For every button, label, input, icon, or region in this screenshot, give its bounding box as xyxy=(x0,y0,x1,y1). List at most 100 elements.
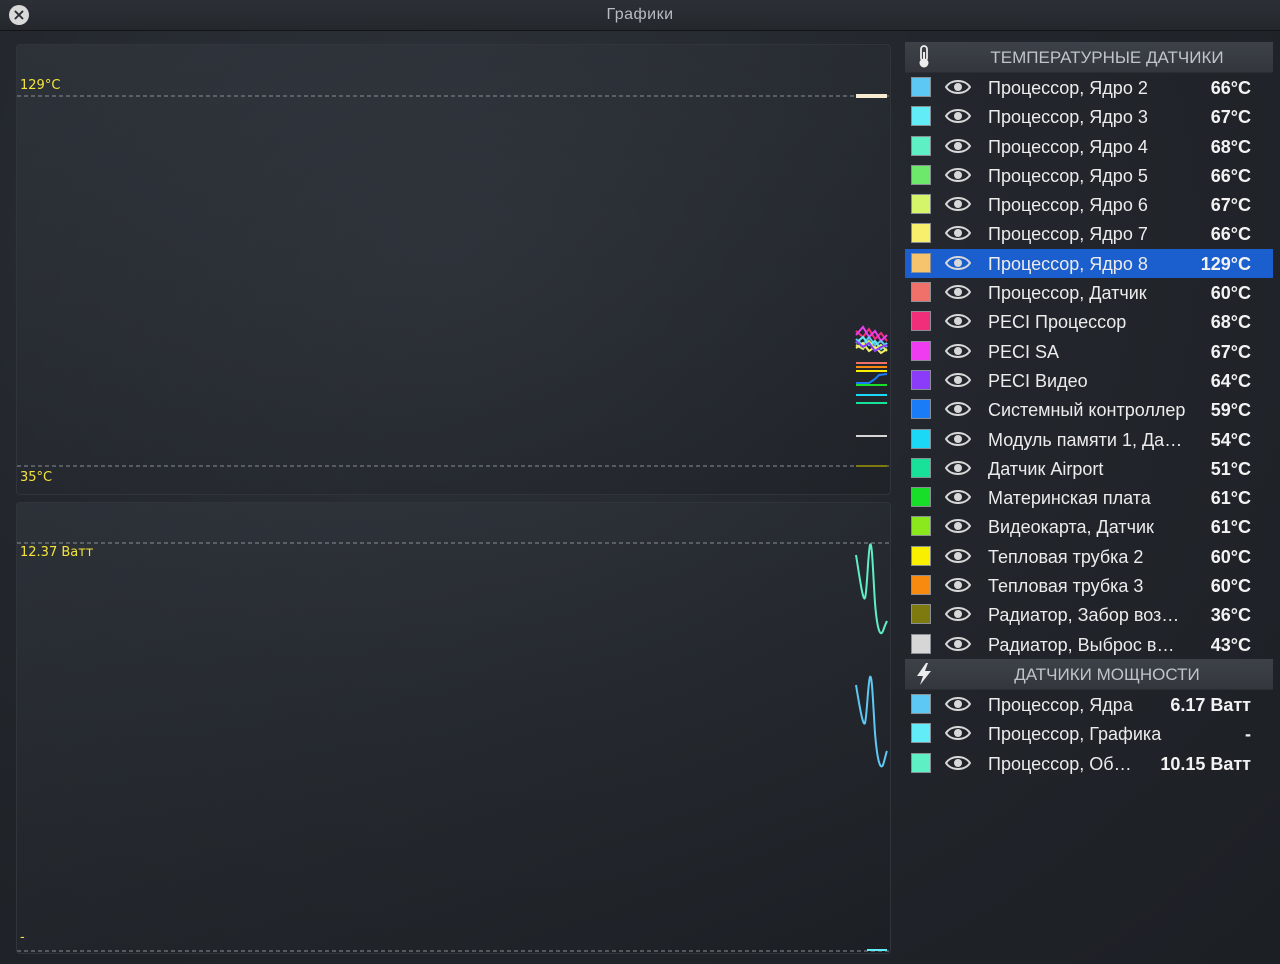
color-swatch[interactable] xyxy=(911,575,931,596)
power-min-label: - xyxy=(20,930,25,945)
eye-icon[interactable] xyxy=(944,137,972,155)
eye-icon[interactable] xyxy=(944,459,972,477)
sensor-row[interactable]: Процессор, Об… 10.15 Ватт xyxy=(905,749,1273,778)
eye-icon[interactable] xyxy=(944,635,972,653)
sensor-value: 6.17 Ватт xyxy=(1170,694,1251,715)
color-swatch[interactable] xyxy=(911,282,931,303)
color-swatch[interactable] xyxy=(911,428,931,449)
sensor-value: 60°C xyxy=(1210,546,1251,567)
color-swatch[interactable] xyxy=(911,164,931,185)
sensor-row[interactable]: Процессор, Ядро 5 66°C xyxy=(905,161,1273,190)
sensor-row[interactable]: PECI SA 67°C xyxy=(905,337,1273,366)
power-max-label: 12.37 Ватт xyxy=(20,545,94,560)
color-swatch[interactable] xyxy=(911,487,931,508)
sensor-value: 67°C xyxy=(1210,341,1251,362)
eye-icon[interactable] xyxy=(944,695,972,713)
color-swatch[interactable] xyxy=(911,545,931,566)
color-swatch[interactable] xyxy=(911,252,931,273)
sensor-row[interactable]: Тепловая трубка 3 60°C xyxy=(905,571,1273,600)
sensor-row[interactable]: PECI Видео 64°C xyxy=(905,366,1273,395)
color-swatch[interactable] xyxy=(911,223,931,244)
color-swatch[interactable] xyxy=(911,135,931,156)
color-swatch[interactable] xyxy=(911,693,931,714)
eye-icon[interactable] xyxy=(944,107,972,125)
sensor-row[interactable]: PECI Процессор 68°C xyxy=(905,307,1273,336)
temperature-sensor-list: Процессор, Ядро 2 66°C Процессор, Ядро 3 67… xyxy=(905,73,1273,659)
eye-icon[interactable] xyxy=(944,78,972,96)
sensor-row[interactable]: Процессор, Ядро 8 129°C xyxy=(905,248,1273,279)
sensor-row[interactable]: Процессор, Графика - xyxy=(905,719,1273,748)
sensor-value: 68°C xyxy=(1210,136,1251,157)
sensor-row[interactable]: Процессор, Ядро 6 67°C xyxy=(905,190,1273,219)
eye-icon[interactable] xyxy=(944,605,972,623)
eye-icon[interactable] xyxy=(944,517,972,535)
sensor-row[interactable]: Системный контроллер 59°C xyxy=(905,395,1273,424)
eye-icon[interactable] xyxy=(944,400,972,418)
power-graph: 12.37 Ватт - xyxy=(16,502,891,954)
sensor-value: 67°C xyxy=(1210,107,1251,128)
eye-icon[interactable] xyxy=(944,430,972,448)
sensor-name: Процессор, Графика xyxy=(988,724,1162,745)
sensor-row[interactable]: Процессор, Ядро 2 66°C xyxy=(905,73,1273,102)
sensor-name: Процессор, Ядро 4 xyxy=(988,136,1148,157)
sensor-name: Радиатор, Забор воз… xyxy=(988,605,1180,626)
sensor-row[interactable]: Процессор, Ядро 4 68°C xyxy=(905,132,1273,161)
sensor-value: 43°C xyxy=(1210,634,1251,655)
title-bar: × Графики xyxy=(0,0,1280,31)
temperature-graph: 129°C 35°C xyxy=(16,44,891,495)
color-swatch[interactable] xyxy=(911,752,931,773)
eye-icon[interactable] xyxy=(944,224,972,242)
eye-icon[interactable] xyxy=(944,254,972,272)
sensor-value: 59°C xyxy=(1210,400,1251,421)
sensor-name: Материнская плата xyxy=(988,488,1151,509)
eye-icon[interactable] xyxy=(944,754,972,772)
color-swatch[interactable] xyxy=(911,194,931,215)
sensor-row[interactable]: Радиатор, Забор воз… 36°C xyxy=(905,600,1273,629)
eye-icon[interactable] xyxy=(944,371,972,389)
eye-icon[interactable] xyxy=(944,166,972,184)
sensor-row[interactable]: Датчик Airport 51°C xyxy=(905,454,1273,483)
color-swatch[interactable] xyxy=(911,723,931,744)
sensor-value: 68°C xyxy=(1210,312,1251,333)
sensor-name: Процессор, Ядро 8 xyxy=(988,253,1148,274)
sensor-row[interactable]: Материнская плата 61°C xyxy=(905,483,1273,512)
thermometer-icon xyxy=(911,44,937,70)
color-swatch[interactable] xyxy=(911,457,931,478)
sensor-name: Процессор, Ядро 6 xyxy=(988,195,1148,216)
sensor-name: Модуль памяти 1, Да… xyxy=(988,429,1183,450)
sensor-name: Процессор, Датчик xyxy=(988,283,1147,304)
color-swatch[interactable] xyxy=(911,340,931,361)
sensor-name: Датчик Airport xyxy=(988,458,1104,479)
color-swatch[interactable] xyxy=(911,77,931,97)
sensor-row[interactable]: Модуль памяти 1, Да… 54°C xyxy=(905,425,1273,454)
sensor-value: 60°C xyxy=(1210,283,1251,304)
eye-icon[interactable] xyxy=(944,312,972,330)
color-swatch[interactable] xyxy=(911,106,931,127)
sensor-name: Видеокарта, Датчик xyxy=(988,517,1154,538)
sensor-row[interactable]: Процессор, Ядра 6.17 Ватт xyxy=(905,690,1273,719)
eye-icon[interactable] xyxy=(944,547,972,565)
color-swatch[interactable] xyxy=(911,604,931,625)
eye-icon[interactable] xyxy=(944,342,972,360)
sensor-row[interactable]: Процессор, Ядро 7 66°C xyxy=(905,219,1273,248)
sensor-row[interactable]: Радиатор, Выброс в… 43°C xyxy=(905,630,1273,659)
eye-icon[interactable] xyxy=(944,724,972,742)
eye-icon[interactable] xyxy=(944,195,972,213)
power-graph-canvas xyxy=(17,542,890,952)
eye-icon[interactable] xyxy=(944,576,972,594)
color-swatch[interactable] xyxy=(911,516,931,537)
graphs-window: × Графики 129°C 35°C 12.37 Ватт - ТЕМПЕР… xyxy=(0,0,1280,964)
color-swatch[interactable] xyxy=(911,311,931,332)
sensor-row[interactable]: Тепловая трубка 2 60°C xyxy=(905,542,1273,571)
eye-icon[interactable] xyxy=(944,488,972,506)
eye-icon[interactable] xyxy=(944,283,972,301)
color-swatch[interactable] xyxy=(911,369,931,390)
temp-min-label: 35°C xyxy=(20,470,53,485)
temp-max-label: 129°C xyxy=(20,78,61,93)
sensor-value: 54°C xyxy=(1210,429,1251,450)
color-swatch[interactable] xyxy=(911,633,931,654)
sensor-row[interactable]: Процессор, Датчик 60°C xyxy=(905,278,1273,307)
color-swatch[interactable] xyxy=(911,399,931,420)
sensor-row[interactable]: Видеокарта, Датчик 61°C xyxy=(905,512,1273,541)
sensor-row[interactable]: Процессор, Ядро 3 67°C xyxy=(905,102,1273,131)
